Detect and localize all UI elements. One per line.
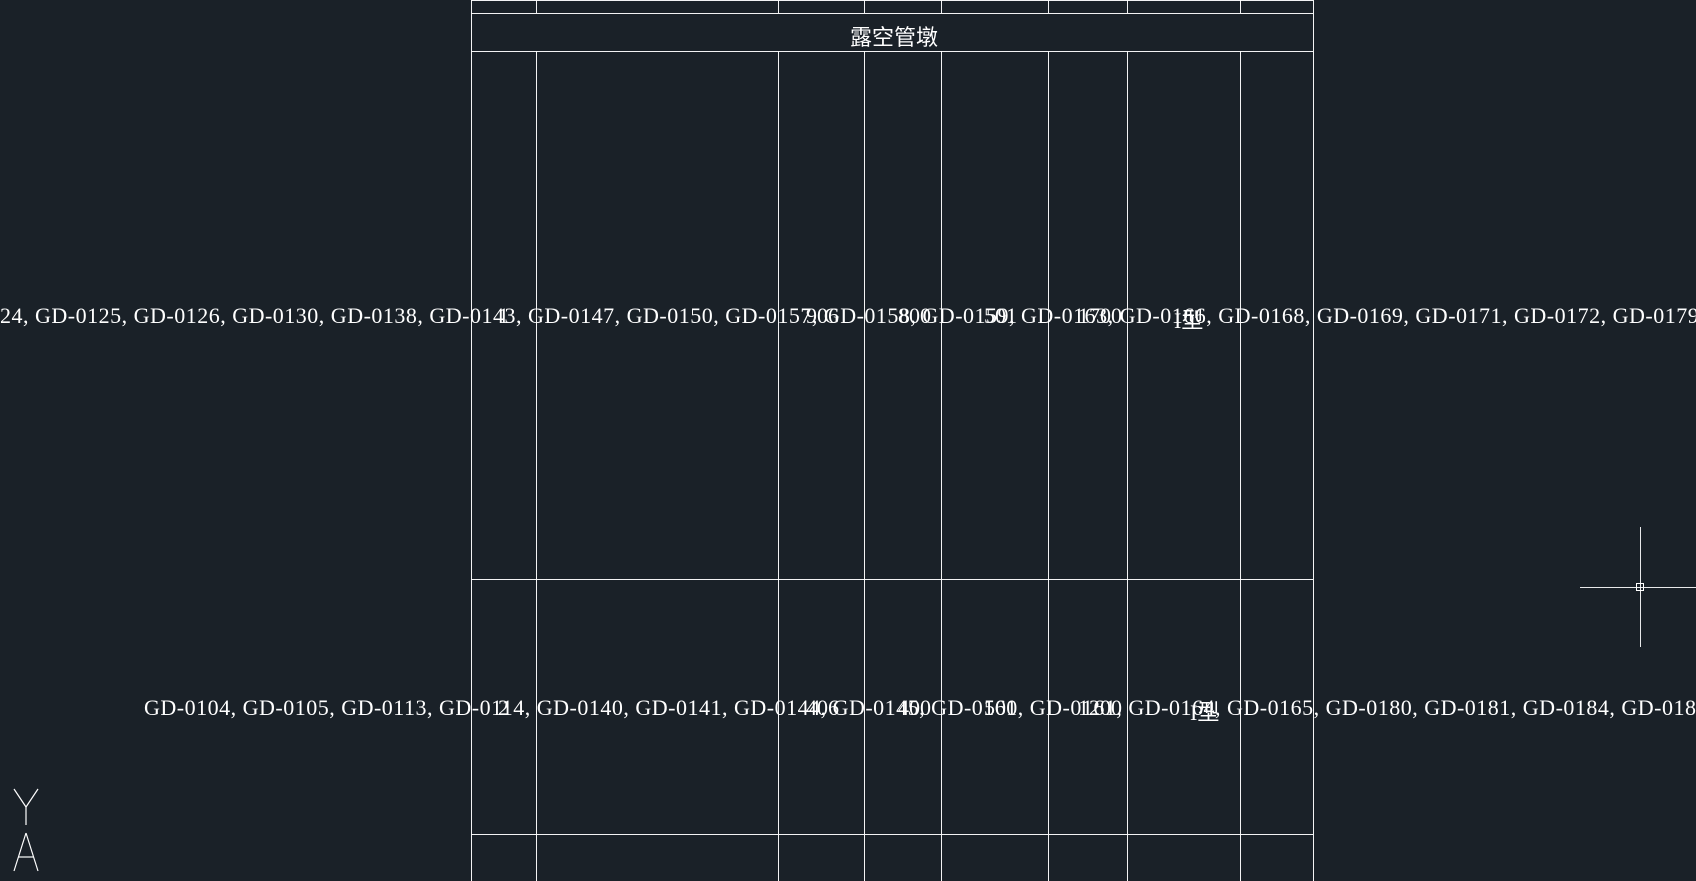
row2-col4: 400 bbox=[898, 695, 931, 721]
table-vline bbox=[1127, 0, 1128, 13]
table-hline bbox=[471, 0, 1313, 1]
crosshair-pickbox bbox=[1636, 583, 1644, 591]
row1-code-list: 24, GD-0125, GD-0126, GD-0130, GD-0138, … bbox=[0, 303, 1696, 329]
row2-col7: I型 bbox=[1190, 695, 1219, 727]
table-vline bbox=[941, 0, 942, 13]
table-hline bbox=[471, 13, 1313, 14]
table-vline bbox=[941, 51, 942, 881]
cad-drawing-area[interactable]: 露空管墩 24, GD-0125, GD-0126, GD-0130, GD-0… bbox=[0, 0, 1696, 881]
table-vline bbox=[1127, 51, 1128, 881]
table-hline bbox=[471, 834, 1313, 835]
row1-col7: I型 bbox=[1174, 303, 1203, 335]
table-vline bbox=[1048, 0, 1049, 13]
row1-col3: 906 bbox=[806, 303, 839, 329]
table-vline bbox=[778, 0, 779, 13]
table-vline bbox=[471, 0, 472, 881]
ucs-icon bbox=[8, 785, 48, 875]
row2-col6: 1200 bbox=[1078, 695, 1122, 721]
row1-col5: 501 bbox=[984, 303, 1017, 329]
table-vline bbox=[1048, 51, 1049, 881]
row2-col3: 406 bbox=[806, 695, 839, 721]
row1-col6: 1700 bbox=[1078, 303, 1122, 329]
table-vline bbox=[864, 51, 865, 881]
table-vline bbox=[1240, 0, 1241, 13]
row1-col4: 800 bbox=[898, 303, 931, 329]
table-vline bbox=[1240, 51, 1241, 881]
table-vline bbox=[864, 0, 865, 13]
row2-col1: 2 bbox=[498, 695, 509, 721]
table-header-title: 露空管墩 bbox=[850, 20, 938, 52]
row1-col1: 1 bbox=[498, 303, 509, 329]
table-hline bbox=[471, 579, 1313, 580]
table-vline bbox=[536, 51, 537, 881]
table-vline bbox=[536, 0, 537, 13]
row2-col5: 501 bbox=[984, 695, 1017, 721]
table-vline bbox=[1313, 0, 1314, 881]
table-vline bbox=[778, 51, 779, 881]
